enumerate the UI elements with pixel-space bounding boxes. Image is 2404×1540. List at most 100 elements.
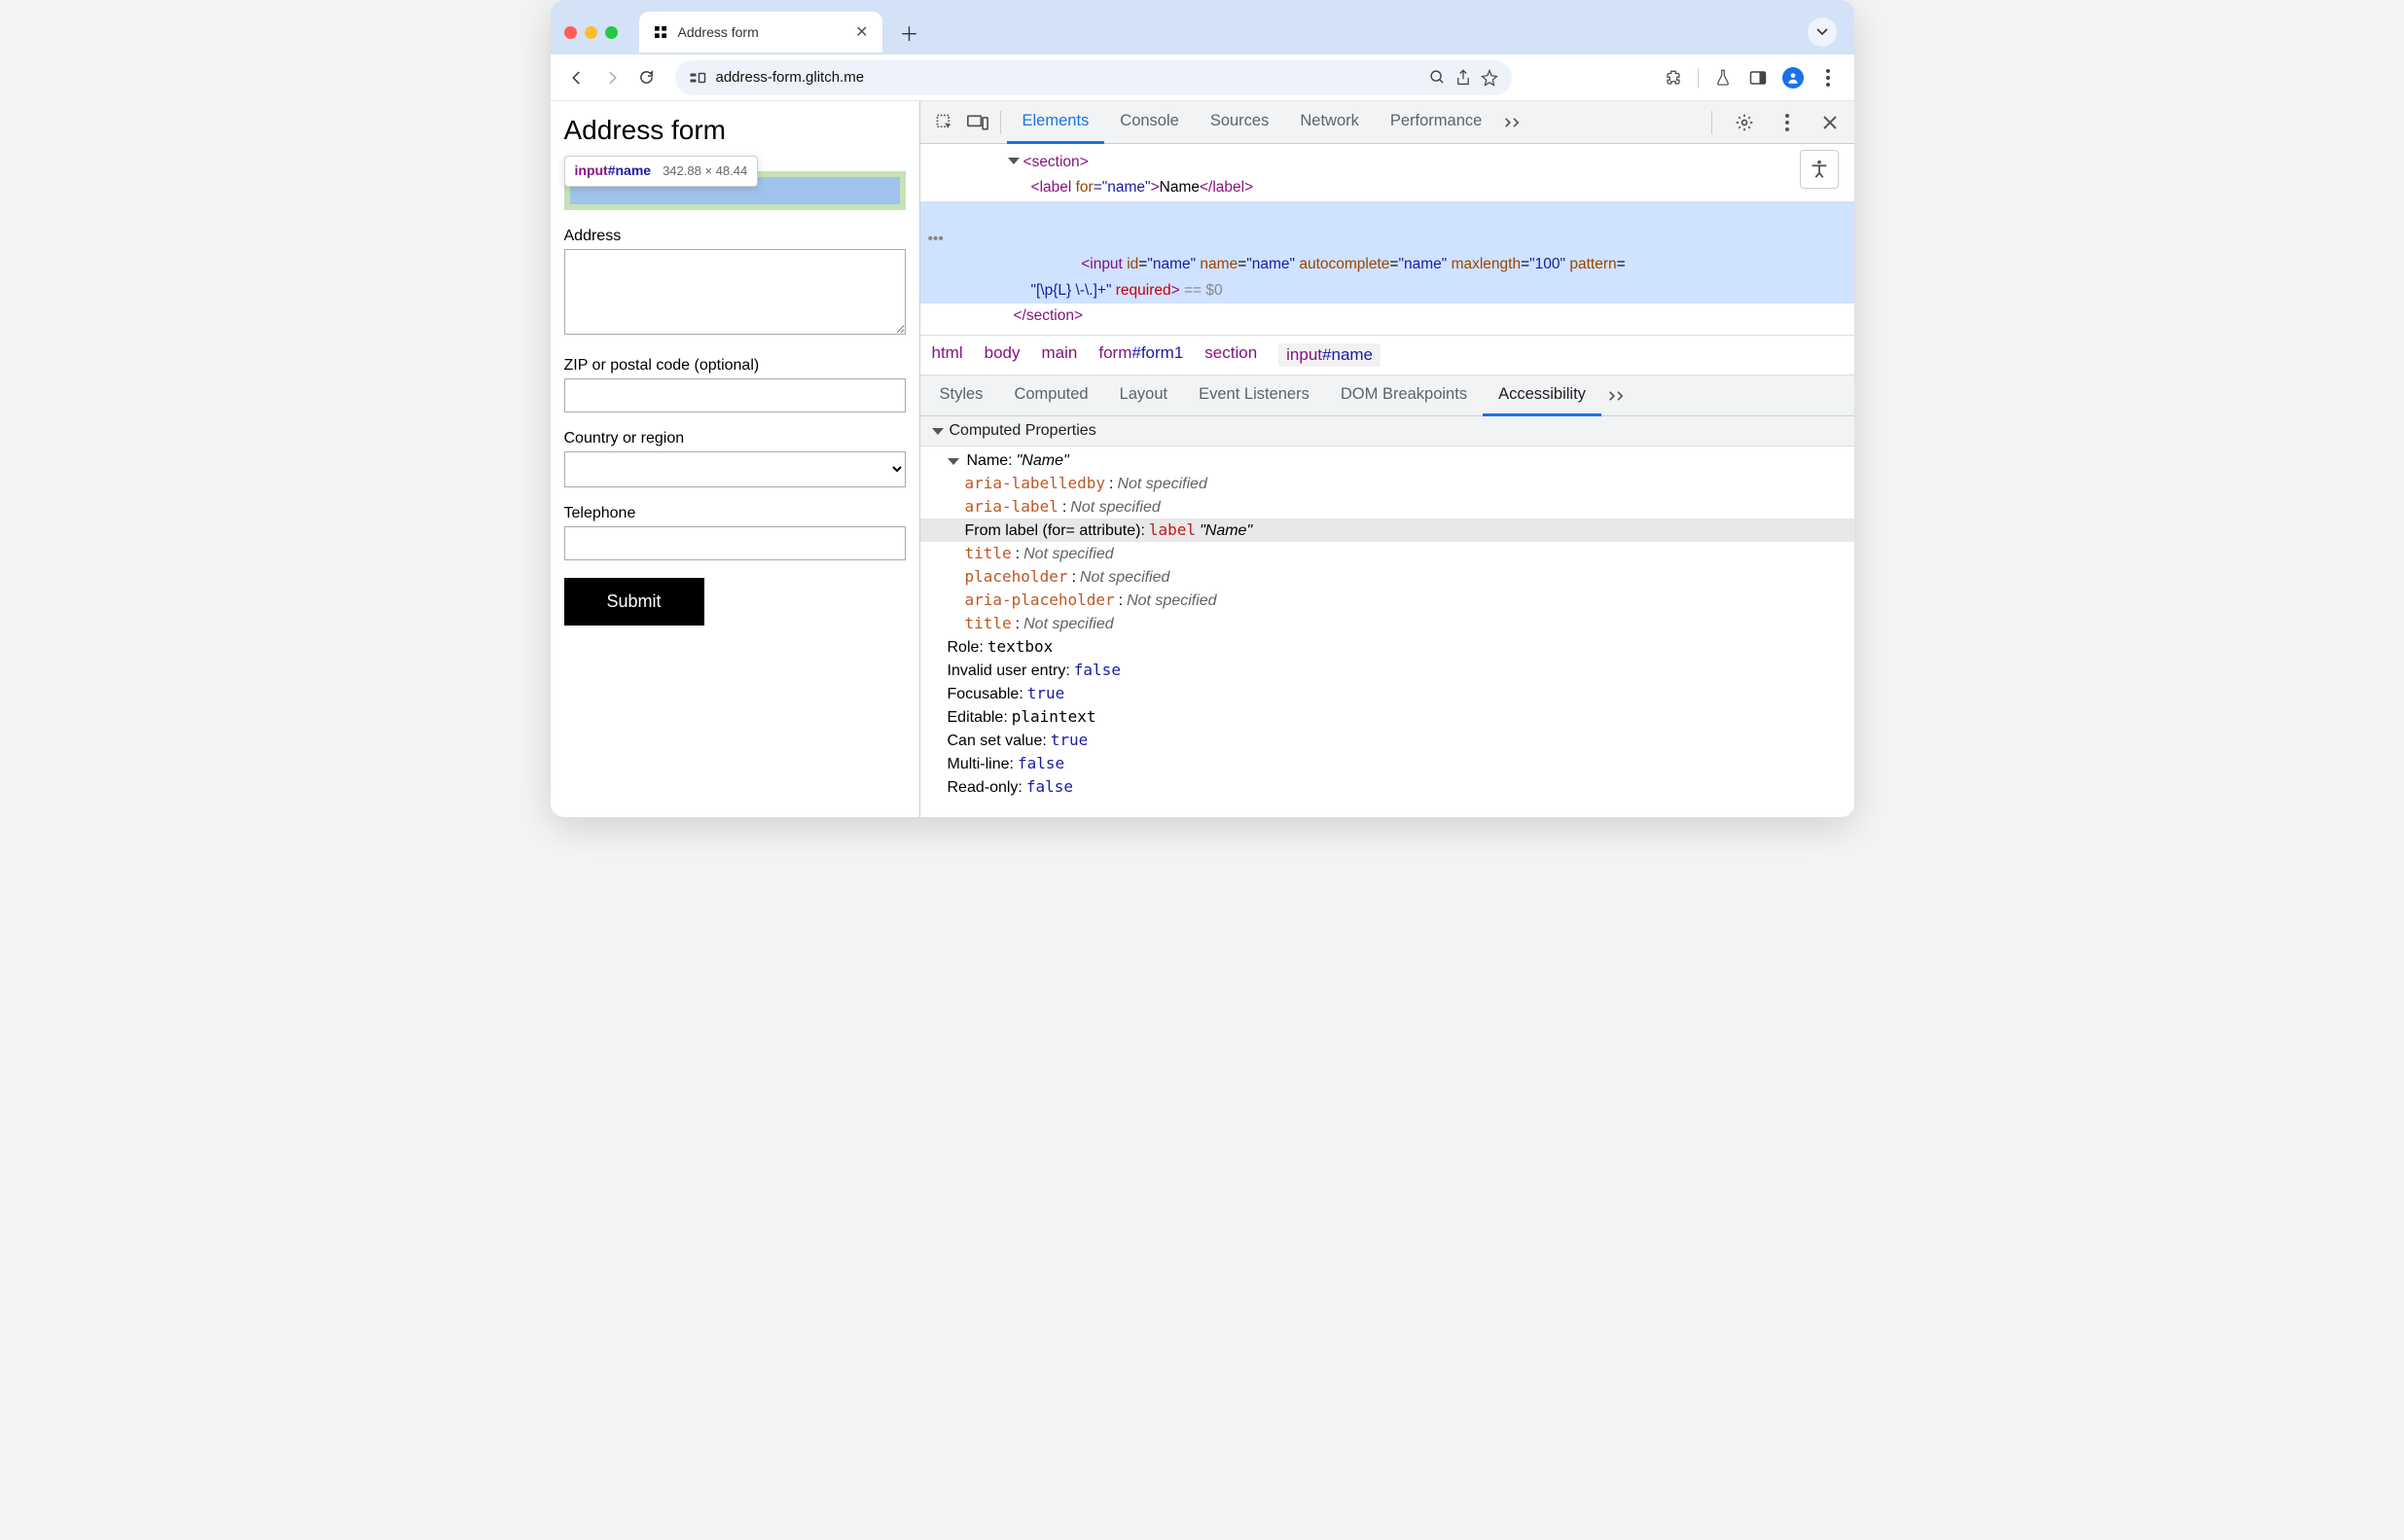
settings-gear-icon[interactable]: [1728, 106, 1761, 139]
zip-label: ZIP or postal code (optional): [564, 357, 906, 375]
separator: [1000, 111, 1001, 134]
back-button[interactable]: [562, 63, 592, 92]
dom-breadcrumbs[interactable]: html body main form#form1 section input#…: [920, 335, 1854, 376]
name-source-row: aria-labelledby: Not specified: [948, 472, 1854, 495]
window-maximize-button[interactable]: [605, 26, 618, 39]
separator: [1698, 68, 1699, 88]
tab-title: Address form: [678, 24, 846, 40]
browser-window: Address form ✕ ＋ address-form.glitch.me: [551, 0, 1854, 817]
zoom-icon[interactable]: [1429, 69, 1446, 86]
dom-row-actions-icon[interactable]: •••: [928, 227, 944, 252]
crumb-input[interactable]: input#name: [1278, 343, 1381, 367]
tooltip-tag: input: [575, 162, 608, 178]
subtab-event-listeners[interactable]: Event Listeners: [1183, 376, 1325, 416]
country-label: Country or region: [564, 430, 906, 448]
new-tab-button[interactable]: ＋: [894, 17, 925, 48]
crumb-html[interactable]: html: [932, 343, 963, 367]
a11y-property-row: Read-only: false: [948, 775, 1854, 799]
address-bar[interactable]: address-form.glitch.me: [675, 60, 1512, 95]
subpanel-tabs: Styles Computed Layout Event Listeners D…: [920, 376, 1854, 416]
page-title: Address form: [564, 115, 906, 146]
name-source-row: From label (for= attribute): label "Name…: [920, 519, 1854, 542]
tabs-dropdown-button[interactable]: [1808, 18, 1837, 47]
crumb-form[interactable]: form#form1: [1098, 343, 1183, 367]
device-toolbar-icon[interactable]: [961, 106, 994, 139]
inspect-element-icon[interactable]: [928, 106, 961, 139]
site-info-icon[interactable]: [689, 71, 706, 85]
devtools: Elements Console Sources Network Perform…: [920, 101, 1854, 817]
favicon-icon: [653, 24, 668, 40]
more-tabs-icon[interactable]: [1497, 106, 1530, 139]
a11y-property-row: Focusable: true: [948, 682, 1854, 705]
devtools-menu-icon[interactable]: [1771, 106, 1804, 139]
country-select[interactable]: [564, 451, 906, 487]
crumb-body[interactable]: body: [985, 343, 1021, 367]
accessibility-toggle-icon[interactable]: [1800, 150, 1839, 189]
name-source-row: placeholder: Not specified: [948, 565, 1854, 589]
disclosure-triangle-icon[interactable]: [948, 458, 959, 465]
profile-avatar[interactable]: [1778, 63, 1808, 92]
traffic-lights: [564, 26, 618, 39]
submit-button[interactable]: Submit: [564, 578, 704, 626]
share-icon[interactable]: [1455, 69, 1471, 87]
telephone-input[interactable]: [564, 526, 906, 560]
more-subtabs-icon[interactable]: [1601, 379, 1634, 412]
crumb-section[interactable]: section: [1204, 343, 1257, 367]
reload-button[interactable]: [632, 63, 662, 92]
name-row: Name: "Name": [948, 450, 1854, 472]
a11y-property-row: Multi-line: false: [948, 752, 1854, 775]
tab-performance[interactable]: Performance: [1375, 101, 1497, 144]
address-section: Address: [564, 228, 906, 340]
name-source-row: title: Not specified: [948, 612, 1854, 635]
page-panel: Address form input#name 342.88 × 48.44 A…: [551, 101, 920, 817]
url-text: address-form.glitch.me: [716, 69, 865, 86]
bookmark-star-icon[interactable]: [1481, 69, 1498, 87]
tab-console[interactable]: Console: [1104, 101, 1195, 144]
content-area: Address form input#name 342.88 × 48.44 A…: [551, 101, 1854, 817]
forward-button[interactable]: [597, 63, 627, 92]
window-minimize-button[interactable]: [585, 26, 597, 39]
address-textarea[interactable]: [564, 249, 906, 335]
disclosure-triangle-icon: [932, 428, 944, 435]
tooltip-dims: 342.88 × 48.44: [663, 163, 747, 178]
subtab-computed[interactable]: Computed: [998, 376, 1103, 416]
zip-section: ZIP or postal code (optional): [564, 357, 906, 412]
telephone-section: Telephone: [564, 505, 906, 560]
accessibility-panel: Computed Properties Name: "Name" aria-la…: [920, 416, 1854, 817]
devtools-close-icon[interactable]: [1813, 106, 1847, 139]
toolbar: address-form.glitch.me: [551, 54, 1854, 101]
inspect-tooltip: input#name 342.88 × 48.44: [564, 156, 759, 187]
devtools-tabs: Elements Console Sources Network Perform…: [920, 101, 1854, 144]
tab-sources[interactable]: Sources: [1195, 101, 1285, 144]
a11y-property-row: Role: textbox: [948, 635, 1854, 659]
telephone-label: Telephone: [564, 505, 906, 522]
name-source-row: aria-label: Not specified: [948, 495, 1854, 519]
a11y-property-row: Can set value: true: [948, 729, 1854, 752]
dom-tree[interactable]: <section> <label for="name">Name</label>…: [920, 144, 1854, 335]
zip-input[interactable]: [564, 378, 906, 412]
extensions-icon[interactable]: [1659, 63, 1688, 92]
computed-properties-header[interactable]: Computed Properties: [920, 416, 1854, 447]
subtab-accessibility[interactable]: Accessibility: [1483, 376, 1601, 416]
chrome-menu-icon[interactable]: [1813, 63, 1843, 92]
separator: [1711, 111, 1712, 134]
tab-network[interactable]: Network: [1284, 101, 1375, 144]
window-close-button[interactable]: [564, 26, 577, 39]
labs-icon[interactable]: [1708, 63, 1738, 92]
address-label: Address: [564, 228, 906, 245]
subtab-layout[interactable]: Layout: [1104, 376, 1184, 416]
tooltip-id: #name: [608, 162, 651, 178]
tab-elements[interactable]: Elements: [1007, 101, 1105, 144]
name-source-row: aria-placeholder: Not specified: [948, 589, 1854, 612]
side-panel-icon[interactable]: [1743, 63, 1773, 92]
subtab-styles[interactable]: Styles: [924, 376, 999, 416]
tab-close-icon[interactable]: ✕: [855, 22, 868, 42]
a11y-property-row: Editable: plaintext: [948, 705, 1854, 729]
name-source-row: title: Not specified: [948, 542, 1854, 565]
crumb-main[interactable]: main: [1042, 343, 1078, 367]
subtab-dom-breakpoints[interactable]: DOM Breakpoints: [1325, 376, 1483, 416]
tab-strip: Address form ✕ ＋: [551, 0, 1854, 54]
a11y-property-row: Invalid user entry: false: [948, 659, 1854, 682]
browser-tab[interactable]: Address form ✕: [639, 12, 882, 53]
country-section: Country or region: [564, 430, 906, 487]
